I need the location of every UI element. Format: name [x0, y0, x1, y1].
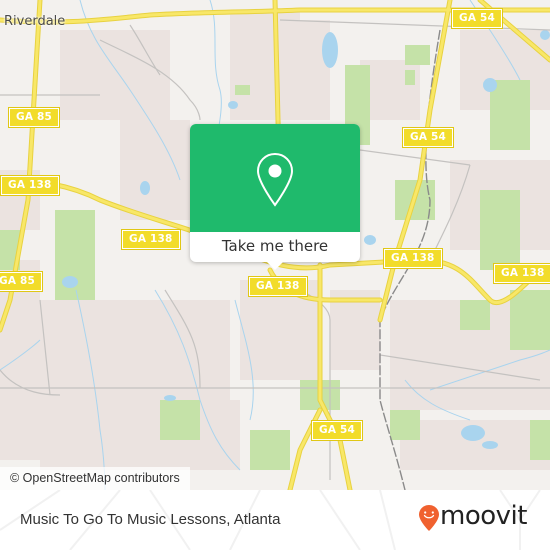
road-shield-ga54: GA 54 — [401, 127, 455, 148]
road-shield-ga85: GA 85 — [7, 107, 61, 128]
road-shield-ga138: GA 138 — [493, 263, 550, 284]
road-shield-ga85: GA 85 — [0, 271, 44, 292]
moovit-smiley-pin-icon — [419, 505, 439, 531]
popup-header — [190, 124, 360, 232]
footer: Music To Go To Music Lessons, Atlanta mo… — [0, 490, 550, 550]
map-attribution[interactable]: © OpenStreetMap contributors — [0, 467, 190, 490]
popup-pointer — [266, 261, 284, 270]
place-label-riverdale: Riverdale — [4, 14, 66, 29]
location-popup[interactable]: Take me there — [190, 124, 360, 270]
location-pin-icon — [256, 152, 294, 207]
road-shield-ga54: GA 54 — [310, 420, 364, 441]
road-shield-ga54: GA 54 — [450, 8, 504, 29]
map-view[interactable]: Riverdale GA 54 GA 85 GA 54 GA 138 GA 13… — [0, 0, 550, 490]
take-me-there-button[interactable]: Take me there — [190, 232, 360, 262]
road-shield-ga138: GA 138 — [121, 229, 181, 250]
road-shield-ga138: GA 138 — [248, 276, 308, 297]
road-shield-ga138: GA 138 — [383, 248, 443, 269]
place-title: Music To Go To Music Lessons, Atlanta — [20, 511, 281, 528]
moovit-wordmark: moovit — [440, 501, 527, 531]
road-shield-ga138: GA 138 — [0, 175, 60, 196]
